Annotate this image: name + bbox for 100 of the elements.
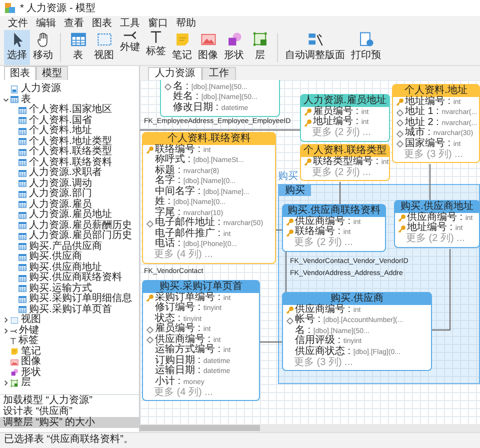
table-icon [18,274,27,283]
tool-button[interactable]: 形状 [221,30,247,65]
menu-item[interactable]: 查看 [60,18,88,28]
menu-item[interactable]: 帮助 [172,18,200,28]
table-title: 购买.供应商 [283,293,431,305]
layer-label: 购买 [278,171,298,182]
table-icon [18,242,27,252]
caret-icon[interactable] [3,96,9,103]
table-node[interactable] [142,132,276,264]
relationship-line[interactable] [339,182,341,204]
table-icon [18,168,27,178]
tree-item[interactable]: 购买.供应商 [18,252,83,262]
tree-item[interactable]: 个人资料.联络资料 [18,158,113,168]
app-logo-icon [4,2,16,14]
table-icon [18,221,27,230]
key-icon [286,306,294,314]
tree-item[interactable]: 笔记 [10,346,42,357]
relationship-line[interactable] [429,164,431,200]
menu-item[interactable]: 图表 [88,18,116,28]
tool-button[interactable]: 自动调整版面 [282,30,348,65]
table-title: 个人资料.联络类型 [301,145,389,157]
tree-item[interactable]: 购买.产品供应商 [18,242,103,252]
tree-item[interactable]: 个人资料.地址 [18,126,93,136]
history-item[interactable]: 调整层 “购买” 的大小 [0,417,139,428]
tree-item[interactable]: 层 [10,378,32,388]
key-icon [398,214,406,222]
tree-item[interactable]: 标签 [10,336,40,346]
tree-item[interactable]: 购买.供应商联络资料 [18,273,123,284]
tree-item[interactable]: 个人资料.地址类型 [18,136,113,147]
tree-item[interactable]: 人力资源.雇员薪酬历史 [18,220,133,231]
sidebar-tab[interactable]: 图表 [4,66,36,80]
tree-item[interactable]: 购买.供应商地址 [18,262,103,273]
tree-item[interactable]: 个人资料.国家地区 [18,105,113,116]
tree-item[interactable]: 图像 [10,357,42,368]
table-icon [18,210,27,220]
connector-icon [123,31,137,40]
key-icon [398,224,406,233]
tool-button[interactable]: 选择 [4,30,30,65]
more-columns-text: 更多 (4 列) ... [153,388,214,398]
tree-item[interactable]: 购买.运输方式 [18,284,93,294]
tree-item[interactable]: 人力资源.雇员 [18,200,93,210]
menu-item[interactable]: 文件 [4,18,32,28]
tool-button[interactable]: 层 [247,30,273,65]
sidebar-tab[interactable]: 模型 [36,66,68,80]
tree-item[interactable]: 形状 [10,368,42,378]
text-icon [10,338,16,345]
table-icon [18,305,27,314]
tree-item[interactable]: 个人资料.国省 [18,116,93,126]
layer-tab[interactable]: 购买 [279,185,311,196]
history-item[interactable]: 加载模型 “人力资源” [0,395,139,406]
key-icon [304,108,312,116]
more-columns-text: 更多 (3 列) ... [293,358,354,368]
tree-item[interactable]: 购买.采购订单明细信息 [18,294,133,304]
caret-icon[interactable] [3,317,9,324]
tree-item[interactable]: 人力资源.雇员部门历史 [18,231,133,242]
tree-item[interactable]: 人力资源.调动 [18,178,93,189]
horizontal-scrollbar[interactable] [140,424,480,432]
caret-icon[interactable] [3,380,9,386]
tree-item[interactable]: 表 [10,94,32,105]
tree-item[interactable]: 人力资源.部门 [18,189,93,200]
table-icon [18,190,27,199]
tool-button[interactable]: 表 [65,30,91,65]
more-columns-text: 更多 (2 列) ... [311,128,372,138]
tool-button[interactable]: 笔记 [169,30,195,65]
tool-button[interactable]: 移动 [30,30,56,65]
tree-item[interactable]: 人力资源 [10,84,62,94]
document-tab[interactable]: 工作 [202,67,236,80]
table-icon [18,200,27,210]
tool-button[interactable]: 外键 [117,30,143,65]
diamond-icon [286,316,294,325]
menu-item[interactable]: 编辑 [32,18,60,28]
menu-item[interactable]: 窗口 [144,18,172,28]
tree-item[interactable]: 购买.采购订单页首 [18,304,113,315]
document-tab[interactable]: 人力资源 [148,67,202,80]
image-icon [200,31,216,48]
relationship-line[interactable] [285,252,287,292]
table-title: 个人资料.联络资料 [143,133,275,145]
table-title: 个人资料.地址 [393,85,479,97]
tree-item[interactable]: 视图 [10,315,42,326]
layer-icon [252,31,268,48]
table-icon [18,126,27,136]
tree-item[interactable]: 外键 [10,326,40,336]
tool-button[interactable]: 图像 [195,30,221,65]
tree-item[interactable]: 个人资料.联络类型 [18,147,113,158]
key-icon [304,158,312,166]
tool-button[interactable]: 打印预 [348,30,384,65]
tool-button[interactable]: 视图 [91,30,117,65]
tree-item[interactable]: 人力资源.求职者 [18,168,103,178]
diamond-icon [146,220,154,228]
relationship-line[interactable] [432,249,451,331]
tree-item[interactable]: 人力资源.雇员地址 [18,210,113,220]
tool-button[interactable]: 标签 [143,30,169,65]
caret-icon[interactable] [3,328,9,334]
menu-item[interactable]: 工具 [116,18,144,28]
table-icon [18,294,27,304]
table-title: 购买.采购订单页首 [143,281,259,293]
history-item[interactable]: 设计表 “供应商” [0,406,139,417]
table-icon [18,106,27,115]
relationship-line[interactable] [260,341,282,343]
table-icon [70,31,86,48]
